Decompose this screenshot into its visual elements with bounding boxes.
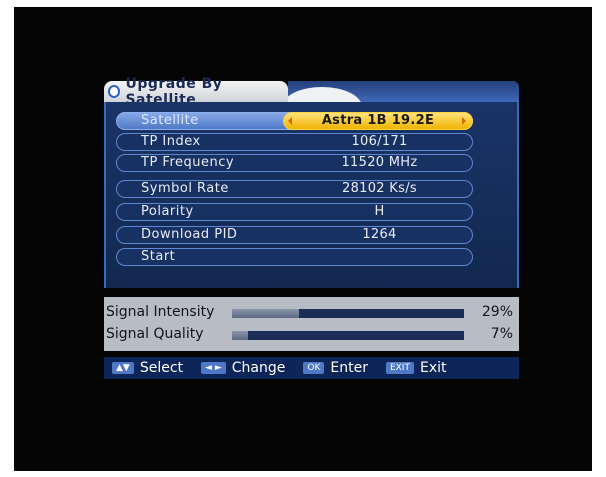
exit-key-icon: EXIT (385, 362, 414, 374)
row-start[interactable]: Start (116, 248, 473, 266)
signal-intensity-row: Signal Intensity 29% (106, 303, 517, 323)
help-change: Change (231, 360, 286, 376)
row-polarity[interactable]: Polarity H (116, 203, 473, 221)
help-bar: ▲▼ Select ◄ ► Change OK Enter EXIT Exit (104, 357, 519, 379)
row-tp-frequency[interactable]: TP Frequency 11520 MHz (116, 154, 473, 172)
row-value: 28102 Ks/s (342, 181, 417, 196)
row-value: 1264 (362, 227, 397, 242)
row-label: TP Frequency (141, 155, 235, 170)
right-arrow-icon[interactable] (462, 117, 466, 125)
row-download-pid[interactable]: Download PID 1264 (116, 226, 473, 244)
row-tp-index[interactable]: TP Index 106/171 (116, 133, 473, 151)
updown-key-icon: ▲▼ (112, 362, 134, 374)
help-select: Select (139, 360, 184, 376)
help-enter: Enter (330, 360, 368, 376)
row-label: Download PID (141, 227, 238, 242)
signal-intensity-fill (232, 309, 300, 318)
row-satellite[interactable]: Satellite Astra 1B 19.2E (116, 112, 473, 130)
signal-quality-value: 7% (490, 326, 513, 342)
row-label: TP Index (141, 134, 201, 149)
signal-quality-fill (232, 331, 249, 340)
title-decoration (288, 81, 519, 102)
signal-panel: Signal Intensity 29% Signal Quality 7% (104, 297, 519, 351)
row-symbol-rate[interactable]: Symbol Rate 28102 Ks/s (116, 180, 473, 198)
signal-intensity-bar (232, 309, 464, 318)
signal-intensity-label: Signal Intensity (106, 304, 215, 320)
row-value: Astra 1B 19.2E (321, 113, 435, 128)
row-value: 11520 MHz (341, 155, 418, 170)
row-value: H (374, 204, 385, 219)
signal-quality-row: Signal Quality 7% (106, 325, 517, 345)
menu-title-tab: Upgrade By Satellite (104, 76, 288, 108)
leftright-key-icon: ◄ ► (201, 362, 226, 374)
satellite-value-selector[interactable]: Astra 1B 19.2E (283, 112, 473, 130)
signal-quality-label: Signal Quality (106, 326, 204, 342)
signal-quality-bar (232, 331, 464, 340)
row-label: Symbol Rate (141, 181, 229, 196)
menu-icon (108, 85, 121, 98)
row-label: Satellite (141, 113, 199, 128)
ok-key-icon: OK (303, 362, 325, 374)
row-value: 106/171 (351, 134, 408, 149)
signal-intensity-value: 29% (481, 304, 513, 320)
help-exit: Exit (419, 360, 447, 376)
row-label: Polarity (141, 204, 194, 219)
row-label: Start (141, 249, 176, 264)
